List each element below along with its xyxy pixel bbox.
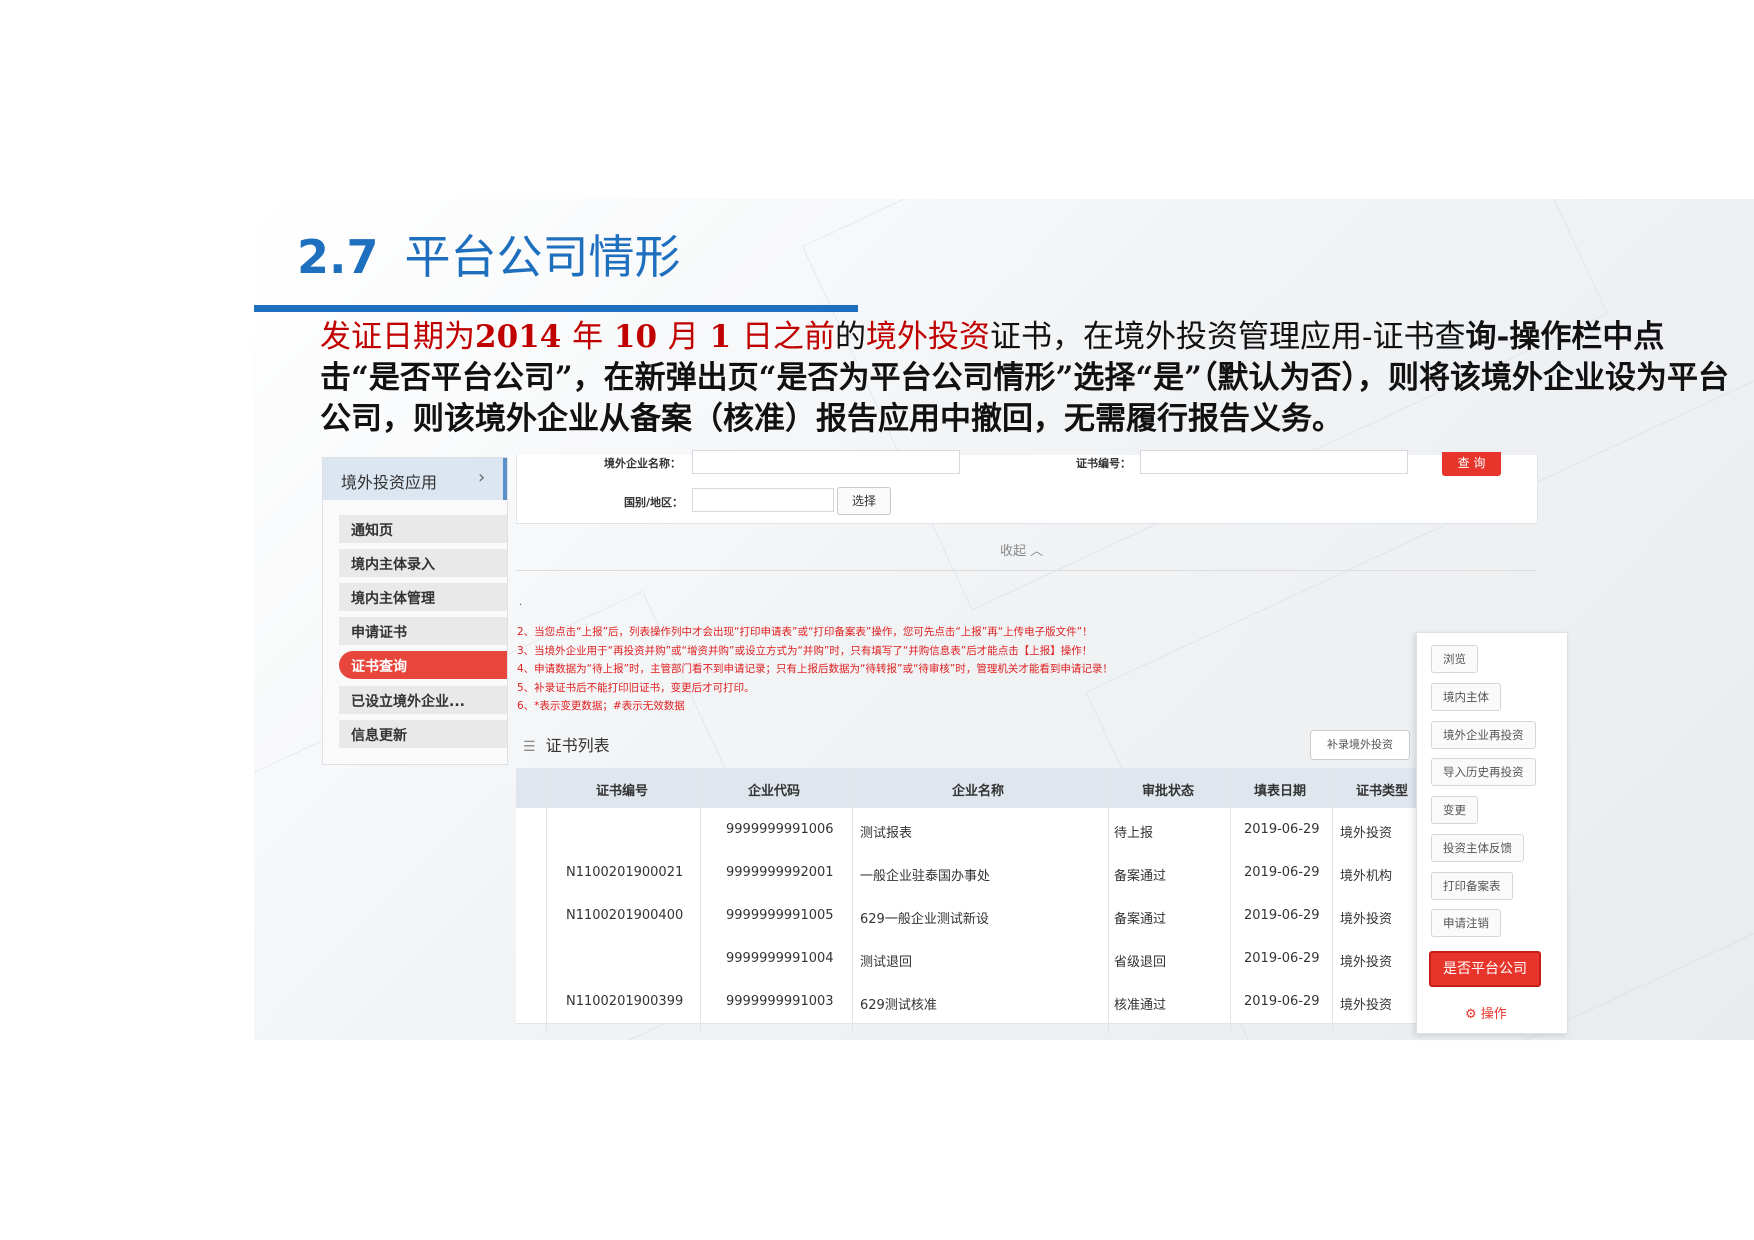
table-header: 证书编号 企业代码 企业名称 审批状态 填表日期 证书类型 bbox=[516, 768, 1416, 808]
table-row[interactable]: N1100201900021 9999999992001 一般企业驻泰国办事处 … bbox=[516, 851, 1416, 895]
col-status[interactable]: 审批状态 bbox=[1142, 780, 1194, 799]
platform-company-button[interactable]: 是否平台公司 bbox=[1429, 951, 1541, 987]
supplement-button[interactable]: 补录境外投资 bbox=[1310, 730, 1410, 760]
note-line: 4、申请数据为“待上报”时，主管部门看不到申请记录；只有上报后数据为“待转报”或… bbox=[517, 663, 1113, 675]
table-row[interactable]: N1100201900400 9999999991005 629一般企业测试新设… bbox=[516, 894, 1416, 938]
notes-dot: · bbox=[519, 600, 523, 611]
action-reinvest[interactable]: 境外企业再投资 bbox=[1431, 721, 1536, 749]
col-divider bbox=[1230, 768, 1231, 1033]
sidebar-item-domestic-manage[interactable]: 境内主体管理 bbox=[339, 583, 507, 611]
col-divider bbox=[1108, 768, 1109, 1033]
country-label: 国别/地区： bbox=[624, 496, 684, 509]
note-line: 2、当您点击“上报”后，列表操作列中才会出现“打印申请表”或“打印备案表”操作，… bbox=[517, 626, 1093, 638]
col-company-code[interactable]: 企业代码 bbox=[748, 780, 800, 799]
action-browse[interactable]: 浏览 bbox=[1431, 645, 1478, 673]
query-button[interactable]: 查 询 bbox=[1442, 452, 1501, 476]
col-type[interactable]: 证书类型 bbox=[1356, 780, 1408, 799]
notes-list: 2、当您点击“上报”后，列表操作列中才会出现“打印申请表”或“打印备案表”操作，… bbox=[517, 623, 1113, 716]
cert-no-input[interactable] bbox=[1140, 450, 1408, 474]
action-change[interactable]: 变更 bbox=[1431, 796, 1478, 824]
col-divider bbox=[1332, 768, 1333, 1033]
chevron-right-icon: › bbox=[478, 467, 486, 488]
table-row[interactable]: N1100201900399 9999999991003 629测试核准 核准通… bbox=[516, 980, 1416, 1024]
col-divider bbox=[852, 768, 853, 1033]
note-line: 5、补录证书后不能打印旧证书，变更后才可打印。 bbox=[517, 681, 755, 694]
action-dropdown: 浏览 境内主体 境外企业再投资 导入历史再投资 变更 投资主体反馈 打印备案表 … bbox=[1416, 632, 1568, 1034]
cert-no-label: 证书编号： bbox=[1076, 457, 1131, 470]
select-button[interactable]: 选择 bbox=[837, 487, 891, 515]
col-divider bbox=[700, 768, 701, 1033]
country-input[interactable] bbox=[692, 488, 834, 512]
col-divider bbox=[546, 768, 547, 1033]
table-row[interactable]: 9999999991004 测试退回 省级退回 2019-06-29 境外投资 bbox=[516, 937, 1416, 981]
sidebar-item-apply-cert[interactable]: 申请证书 bbox=[339, 617, 507, 645]
description-text: 发证日期为2014 年 10 月 1 日之前的境外投资证书，在境外投资管理应用-… bbox=[320, 319, 1729, 437]
action-domestic-entity[interactable]: 境内主体 bbox=[1431, 683, 1501, 711]
sidebar-header-label: 境外投资应用 bbox=[341, 473, 438, 492]
note-line: 6、*表示变更数据；#表示无效数据 bbox=[517, 700, 685, 712]
company-name-label: 境外企业名称： bbox=[604, 457, 681, 470]
section-number: 2.7 bbox=[297, 230, 379, 284]
action-print-record[interactable]: 打印备案表 bbox=[1431, 872, 1513, 900]
divider bbox=[516, 570, 1536, 571]
operations-toggle[interactable]: ⚙ 操作 bbox=[1465, 1003, 1507, 1022]
action-cancel-apply[interactable]: 申请注销 bbox=[1431, 909, 1501, 937]
sidebar-item-domestic-entry[interactable]: 境内主体录入 bbox=[339, 549, 507, 577]
sidebar-item-cert-query[interactable]: 证书查询 bbox=[339, 651, 507, 679]
company-name-input[interactable] bbox=[692, 450, 960, 474]
action-feedback[interactable]: 投资主体反馈 bbox=[1431, 834, 1524, 862]
col-date[interactable]: 填表日期 bbox=[1254, 780, 1306, 799]
col-company-name[interactable]: 企业名称 bbox=[952, 780, 1004, 799]
sidebar-item-notice[interactable]: 通知页 bbox=[339, 515, 507, 543]
sidebar-header[interactable]: 境外投资应用 › bbox=[323, 458, 507, 500]
section-title: 平台公司情形 bbox=[404, 230, 681, 284]
title-underline bbox=[254, 305, 858, 312]
sidebar: 境外投资应用 › 通知页 境内主体录入 境内主体管理 申请证书 证书查询 已设立… bbox=[322, 457, 508, 765]
sidebar-item-info-update[interactable]: 信息更新 bbox=[339, 720, 507, 748]
list-icon: ☰ bbox=[523, 739, 536, 755]
col-cert-no[interactable]: 证书编号 bbox=[596, 780, 648, 799]
table-row[interactable]: 9999999991006 测试报表 待上报 2019-06-29 境外投资 bbox=[516, 808, 1416, 852]
action-import-history[interactable]: 导入历史再投资 bbox=[1431, 758, 1536, 786]
collapse-toggle[interactable]: 收起 ︿ bbox=[1000, 540, 1043, 559]
slide-title: 2.7 平台公司情形 bbox=[297, 221, 681, 287]
list-title: ☰ 证书列表 bbox=[523, 736, 610, 755]
note-line: 3、当境外企业用于“再投资并购”或“增资并购”或设立方式为“并购”时，只有填写了… bbox=[517, 644, 1093, 657]
sidebar-item-established[interactable]: 已设立境外企业... bbox=[339, 686, 507, 714]
